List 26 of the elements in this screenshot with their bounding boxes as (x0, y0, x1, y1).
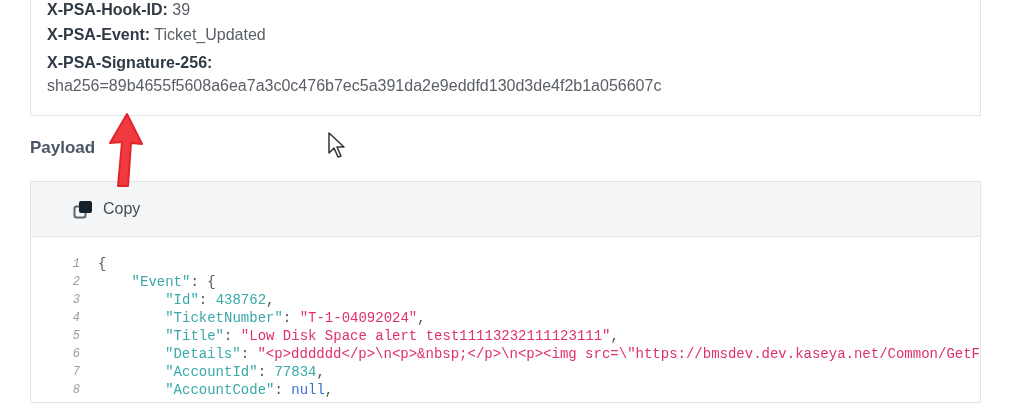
line-number: 3 (71, 292, 80, 309)
header-name: X-PSA-Hook-ID: (47, 1, 168, 18)
header-value: Ticket_Updated (154, 26, 266, 43)
line-number: 2 (71, 274, 80, 291)
header-value: 39 (172, 1, 191, 18)
copy-icon (73, 199, 93, 219)
line-number: 8 (71, 382, 80, 399)
line-number: 7 (71, 364, 80, 381)
header-name: X-PSA-Signature-256: (47, 53, 214, 73)
code-line: "Title": "Low Disk Space alert test11113232111123111", (164, 327, 619, 345)
mouse-cursor-icon (327, 131, 347, 159)
header-value: sha256=89b4655f5608a6ea7a3c0c476b7ec5a391da2e9eddfd130d3de4f2b1a056607c (47, 76, 663, 96)
header-name: X-PSA-Event: (47, 26, 151, 43)
code-line: "Event": { (130, 273, 216, 291)
line-number: 1 (71, 256, 80, 273)
line-number: 4 (71, 310, 80, 327)
copy-button[interactable]: Copy (73, 197, 141, 221)
line-number: 6 (71, 346, 80, 363)
code-line: { (98, 255, 107, 273)
line-number: 5 (71, 328, 80, 345)
code-line: "TicketNumber": "T-1-04092024", (164, 309, 426, 327)
code-line: "Id": 438762, (164, 291, 275, 309)
code-line: "AccountId": 77834, (164, 363, 325, 381)
section-heading: Payload (30, 137, 96, 159)
code-line: "AccountCode": null, (164, 381, 334, 399)
code-line: "Details": "<p>dddddd</p>\n<p>&nbsp;</p>\n<p><img src=\"https://bmsdev.dev.kaseya.net/Common/GetF (164, 345, 980, 363)
